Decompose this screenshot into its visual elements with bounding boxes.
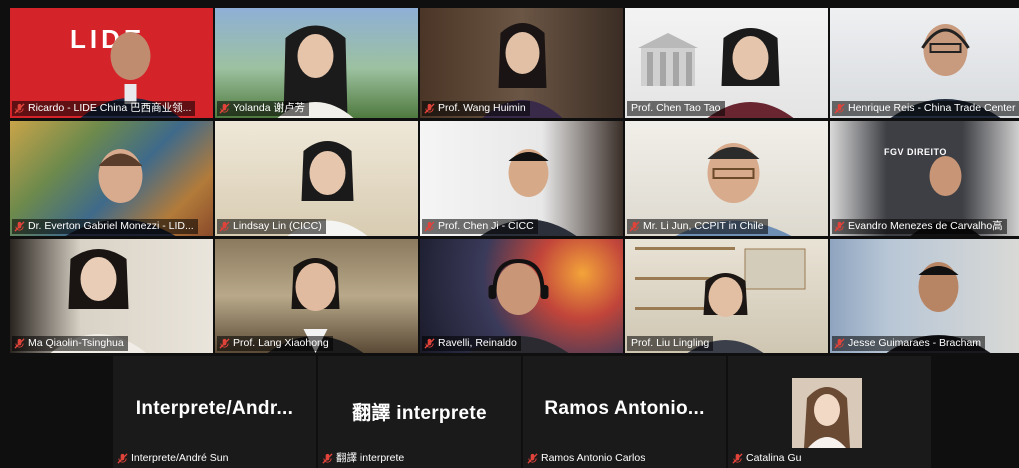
mic-muted-icon	[117, 453, 128, 464]
participant-name: Prof. Chen Ji - CICC	[438, 220, 534, 232]
video-tile-interprete-andre-sun[interactable]: Interprete/Andr... Interprete/André Sun	[113, 356, 316, 468]
video-tile-catalina-gu[interactable]: Catalina Gu	[728, 356, 931, 468]
mic-muted-icon	[527, 453, 538, 464]
video-tile-ma-qiaolin[interactable]: Ma Qiaolin-Tsinghua	[10, 239, 213, 353]
video-tile-evandro-carvalho[interactable]: FGV DIREITO Evandro Menezes de Carvalho高	[830, 121, 1019, 236]
mic-muted-icon	[14, 103, 25, 114]
video-tile-yolanda[interactable]: Yolanda 谢卢芳	[215, 8, 418, 118]
mic-muted-icon	[14, 338, 25, 349]
mic-muted-icon	[14, 221, 25, 232]
participant-name: Yolanda 谢卢芳	[233, 102, 305, 114]
participant-name: Prof. Lang Xiaohong	[233, 337, 329, 349]
participant-name: Catalina Gu	[746, 452, 802, 464]
video-tile-li-jun[interactable]: Mr. Li Jun, CCPIT in Chile	[625, 121, 828, 236]
participant-display-name: 翻譯 interprete	[352, 403, 487, 424]
participant-name: Prof. Wang Huimin	[438, 102, 526, 114]
participant-name: Evandro Menezes de Carvalho高	[848, 220, 1003, 232]
mic-muted-icon	[219, 103, 230, 114]
participant-name-tag: Henrique Reis - China Trade Center	[832, 101, 1019, 116]
participant-name: Ricardo - LIDE China 巴西商业领...	[28, 102, 192, 114]
participant-name: Jesse Guimaraes - Bracham	[848, 337, 982, 349]
profile-picture	[792, 378, 862, 448]
participant-name: Prof. Chen Tao Tao	[631, 102, 721, 114]
participant-name-tag: Prof. Chen Tao Tao	[627, 101, 725, 116]
mic-muted-icon	[322, 453, 333, 464]
mic-muted-icon	[219, 221, 230, 232]
participant-name-tag: Mr. Li Jun, CCPIT in Chile	[627, 219, 768, 234]
participant-name: Ma Qiaolin-Tsinghua	[28, 337, 124, 349]
participant-name-tag: 翻譯 interprete	[320, 451, 408, 466]
participant-name-tag: Ricardo - LIDE China 巴西商业领...	[12, 101, 196, 116]
mic-muted-icon	[732, 453, 743, 464]
video-tile-jesse-guimaraes[interactable]: Jesse Guimaraes - Bracham	[830, 239, 1019, 353]
participant-name-tag: Prof. Wang Huimin	[422, 101, 530, 116]
video-tile-everton-monezzi[interactable]: Dr. Everton Gabriel Monezzi - LID...	[10, 121, 213, 236]
mic-muted-icon	[424, 338, 435, 349]
video-tile-chen-tao-tao[interactable]: Prof. Chen Tao Tao	[625, 8, 828, 118]
video-tile-lang-xiaohong[interactable]: Prof. Lang Xiaohong	[215, 239, 418, 353]
video-tile-chen-ji[interactable]: Prof. Chen Ji - CICC	[420, 121, 623, 236]
participant-name-tag: Prof. Lang Xiaohong	[217, 336, 333, 351]
participant-name: Dr. Everton Gabriel Monezzi - LID...	[28, 220, 194, 232]
participant-name: Ramos Antonio Carlos	[541, 452, 646, 464]
video-tile-liu-lingling[interactable]: Prof. Liu Lingling	[625, 239, 828, 353]
participant-display-name: Interprete/Andr...	[135, 398, 294, 419]
participant-name-tag: Yolanda 谢卢芳	[217, 101, 309, 116]
participant-name-tag: Ramos Antonio Carlos	[525, 451, 649, 466]
mic-muted-icon	[629, 221, 640, 232]
participant-name-tag: Jesse Guimaraes - Bracham	[832, 336, 986, 351]
video-tile-interprete-cn[interactable]: 翻譯 interprete 翻譯 interprete	[318, 356, 521, 468]
participant-name-tag: Lindsay Lin (CICC)	[217, 219, 326, 234]
video-tile-henrique-reis[interactable]: Henrique Reis - China Trade Center	[830, 8, 1019, 118]
participant-name: Interprete/André Sun	[131, 452, 229, 464]
participant-name: Prof. Liu Lingling	[631, 337, 710, 349]
video-tile-ramos-antonio-carlos[interactable]: Ramos Antonio... Ramos Antonio Carlos	[523, 356, 726, 468]
participant-name-tag: Prof. Liu Lingling	[627, 336, 714, 351]
participant-name-tag: Catalina Gu	[730, 451, 805, 466]
participant-name: Lindsay Lin (CICC)	[233, 220, 322, 232]
video-tile-ravelli-reinaldo[interactable]: Ravelli, Reinaldo	[420, 239, 623, 353]
participant-name-tag: Prof. Chen Ji - CICC	[422, 219, 538, 234]
participant-name-tag: Ma Qiaolin-Tsinghua	[12, 336, 128, 351]
participant-name-tag: Dr. Everton Gabriel Monezzi - LID...	[12, 219, 198, 234]
mic-muted-icon	[424, 103, 435, 114]
participant-name-tag: Interprete/André Sun	[115, 451, 232, 466]
participant-name: Henrique Reis - China Trade Center	[848, 102, 1016, 114]
mic-muted-icon	[834, 103, 845, 114]
participant-name-tag: Evandro Menezes de Carvalho高	[832, 219, 1007, 234]
participant-name: Ravelli, Reinaldo	[438, 337, 517, 349]
mic-muted-icon	[219, 338, 230, 349]
mic-muted-icon	[834, 338, 845, 349]
video-tile-ricardo[interactable]: LIDE Ricardo - LIDE China 巴西商业领...	[10, 8, 213, 118]
participant-name: 翻譯 interprete	[336, 452, 405, 464]
video-tile-wang-huimin[interactable]: Prof. Wang Huimin	[420, 8, 623, 118]
participant-display-name: Ramos Antonio...	[544, 398, 705, 419]
video-tile-lindsay-lin[interactable]: Lindsay Lin (CICC)	[215, 121, 418, 236]
mic-muted-icon	[834, 221, 845, 232]
participant-name: Mr. Li Jun, CCPIT in Chile	[643, 220, 764, 232]
participant-name-tag: Ravelli, Reinaldo	[422, 336, 521, 351]
mic-muted-icon	[424, 221, 435, 232]
